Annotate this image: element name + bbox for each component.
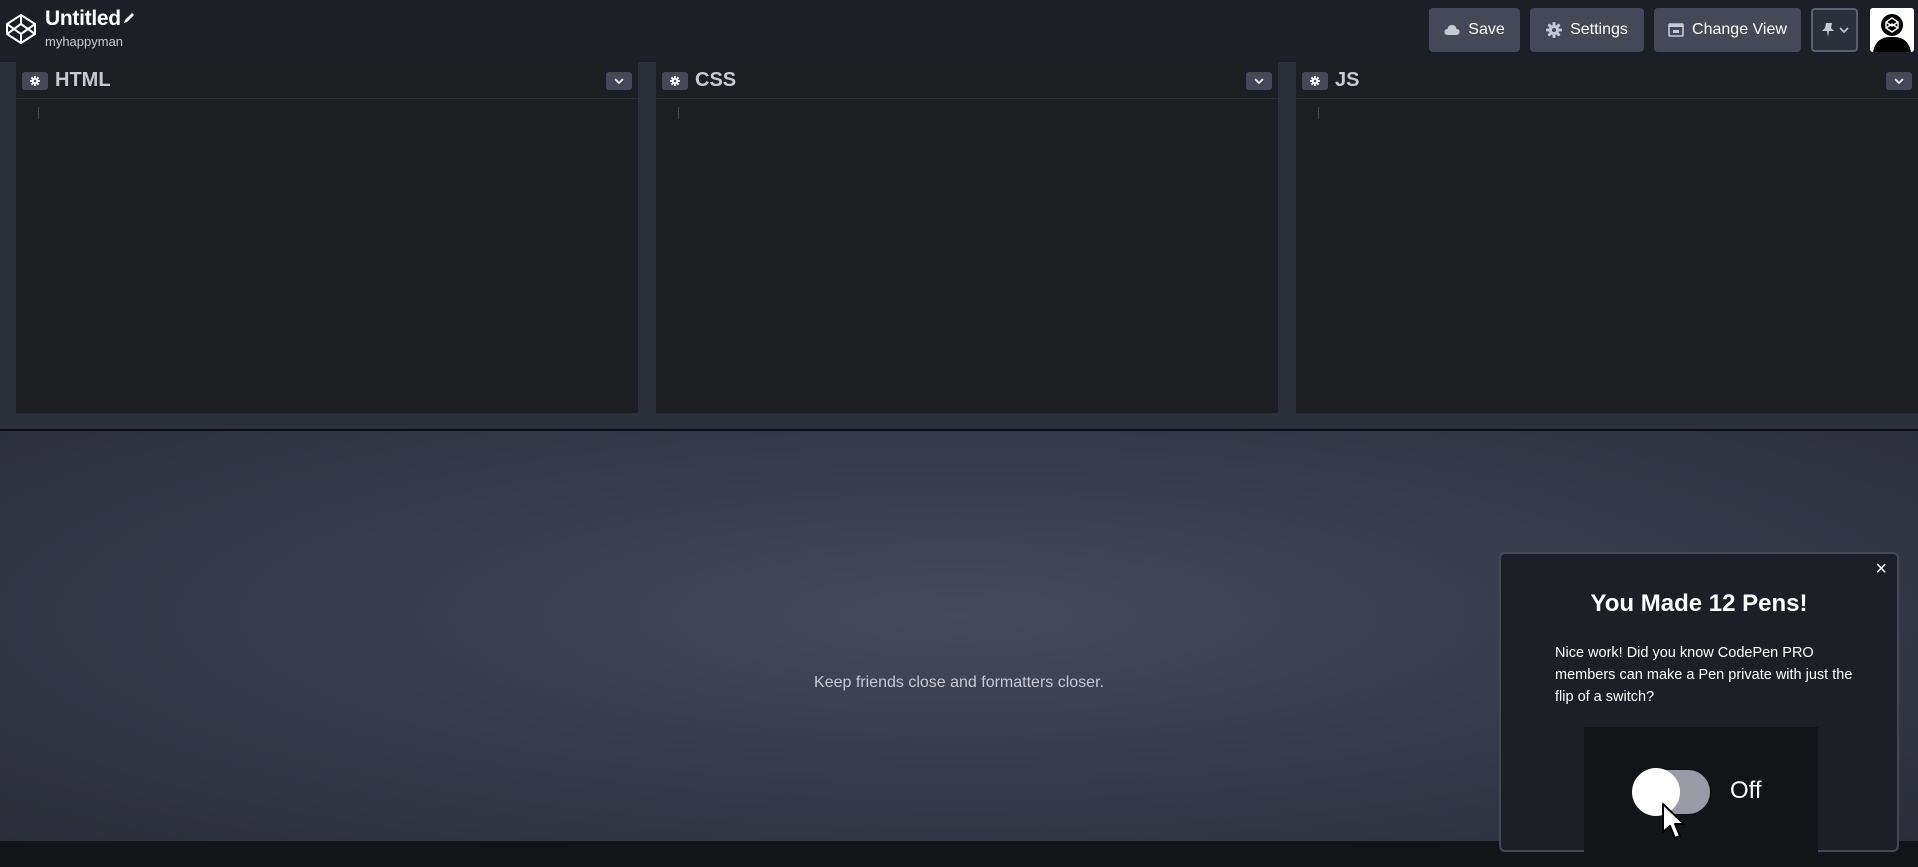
top-bar: Untitled myhappyman Save Settings Change… [0, 0, 1918, 62]
html-settings-button[interactable] [22, 72, 48, 90]
save-button[interactable]: Save [1429, 8, 1520, 52]
editor-resizer-left[interactable] [0, 62, 16, 413]
pen-title[interactable]: Untitled [45, 7, 121, 31]
text-cursor [38, 107, 39, 119]
cloud-icon [1444, 25, 1460, 35]
close-icon[interactable]: × [1875, 558, 1887, 581]
settings-button[interactable]: Settings [1530, 8, 1644, 52]
popup-title: You Made 12 Pens! [1590, 590, 1808, 617]
save-label: Save [1468, 21, 1505, 38]
editor-resize-bar[interactable] [0, 413, 1918, 430]
pro-promo-popup: × You Made 12 Pens! Nice work! Did you k… [1499, 552, 1899, 867]
pin-menu-button[interactable] [1811, 8, 1858, 52]
change-view-button[interactable]: Change View [1654, 8, 1801, 52]
toggle-label: Off [1730, 777, 1762, 804]
html-options-button[interactable] [606, 72, 632, 90]
chevron-down-icon [1894, 78, 1904, 85]
js-code-input[interactable] [1296, 99, 1918, 413]
popup-text: Nice work! Did you know CodePen PRO memb… [1555, 645, 1853, 705]
css-editor-panel: CSS [656, 62, 1278, 413]
author-name[interactable]: myhappyman [45, 34, 123, 49]
js-editor-header: JS [1296, 62, 1918, 99]
html-editor-title: HTML [55, 69, 111, 91]
gear-icon [30, 76, 40, 86]
html-editor-panel: HTML [16, 62, 638, 413]
chevron-down-icon [1838, 27, 1849, 34]
gear-icon [1310, 76, 1320, 86]
private-toggle-demo: Off [1584, 727, 1818, 867]
gear-icon [1546, 22, 1563, 38]
editor-resizer-1[interactable] [638, 62, 656, 413]
editor-area: HTML CSS JS [0, 62, 1918, 413]
settings-label: Settings [1570, 21, 1628, 38]
editor-resizer-2[interactable] [1278, 62, 1296, 413]
css-editor-header: CSS [656, 62, 1278, 99]
layout-icon [1668, 23, 1684, 37]
gear-icon [670, 76, 680, 86]
js-settings-button[interactable] [1302, 72, 1328, 90]
chevron-down-icon [1254, 78, 1264, 85]
css-settings-button[interactable] [662, 72, 688, 90]
text-cursor [1318, 107, 1319, 119]
html-code-input[interactable] [16, 99, 638, 413]
pencil-icon[interactable] [122, 11, 136, 25]
js-options-button[interactable] [1886, 72, 1912, 90]
avatar[interactable] [1870, 8, 1914, 52]
js-editor-panel: JS [1296, 62, 1918, 413]
change-view-label: Change View [1692, 21, 1787, 38]
css-options-button[interactable] [1246, 72, 1272, 90]
user-avatar-icon [1870, 8, 1914, 52]
css-code-input[interactable] [656, 99, 1278, 413]
html-editor-header: HTML [16, 62, 638, 99]
codepen-logo-icon[interactable] [5, 13, 37, 45]
mouse-pointer-icon [1662, 803, 1685, 839]
text-cursor [678, 107, 679, 119]
css-editor-title: CSS [695, 69, 737, 91]
js-editor-title: JS [1335, 69, 1360, 91]
pin-icon [1821, 23, 1834, 37]
chevron-down-icon [614, 78, 624, 85]
